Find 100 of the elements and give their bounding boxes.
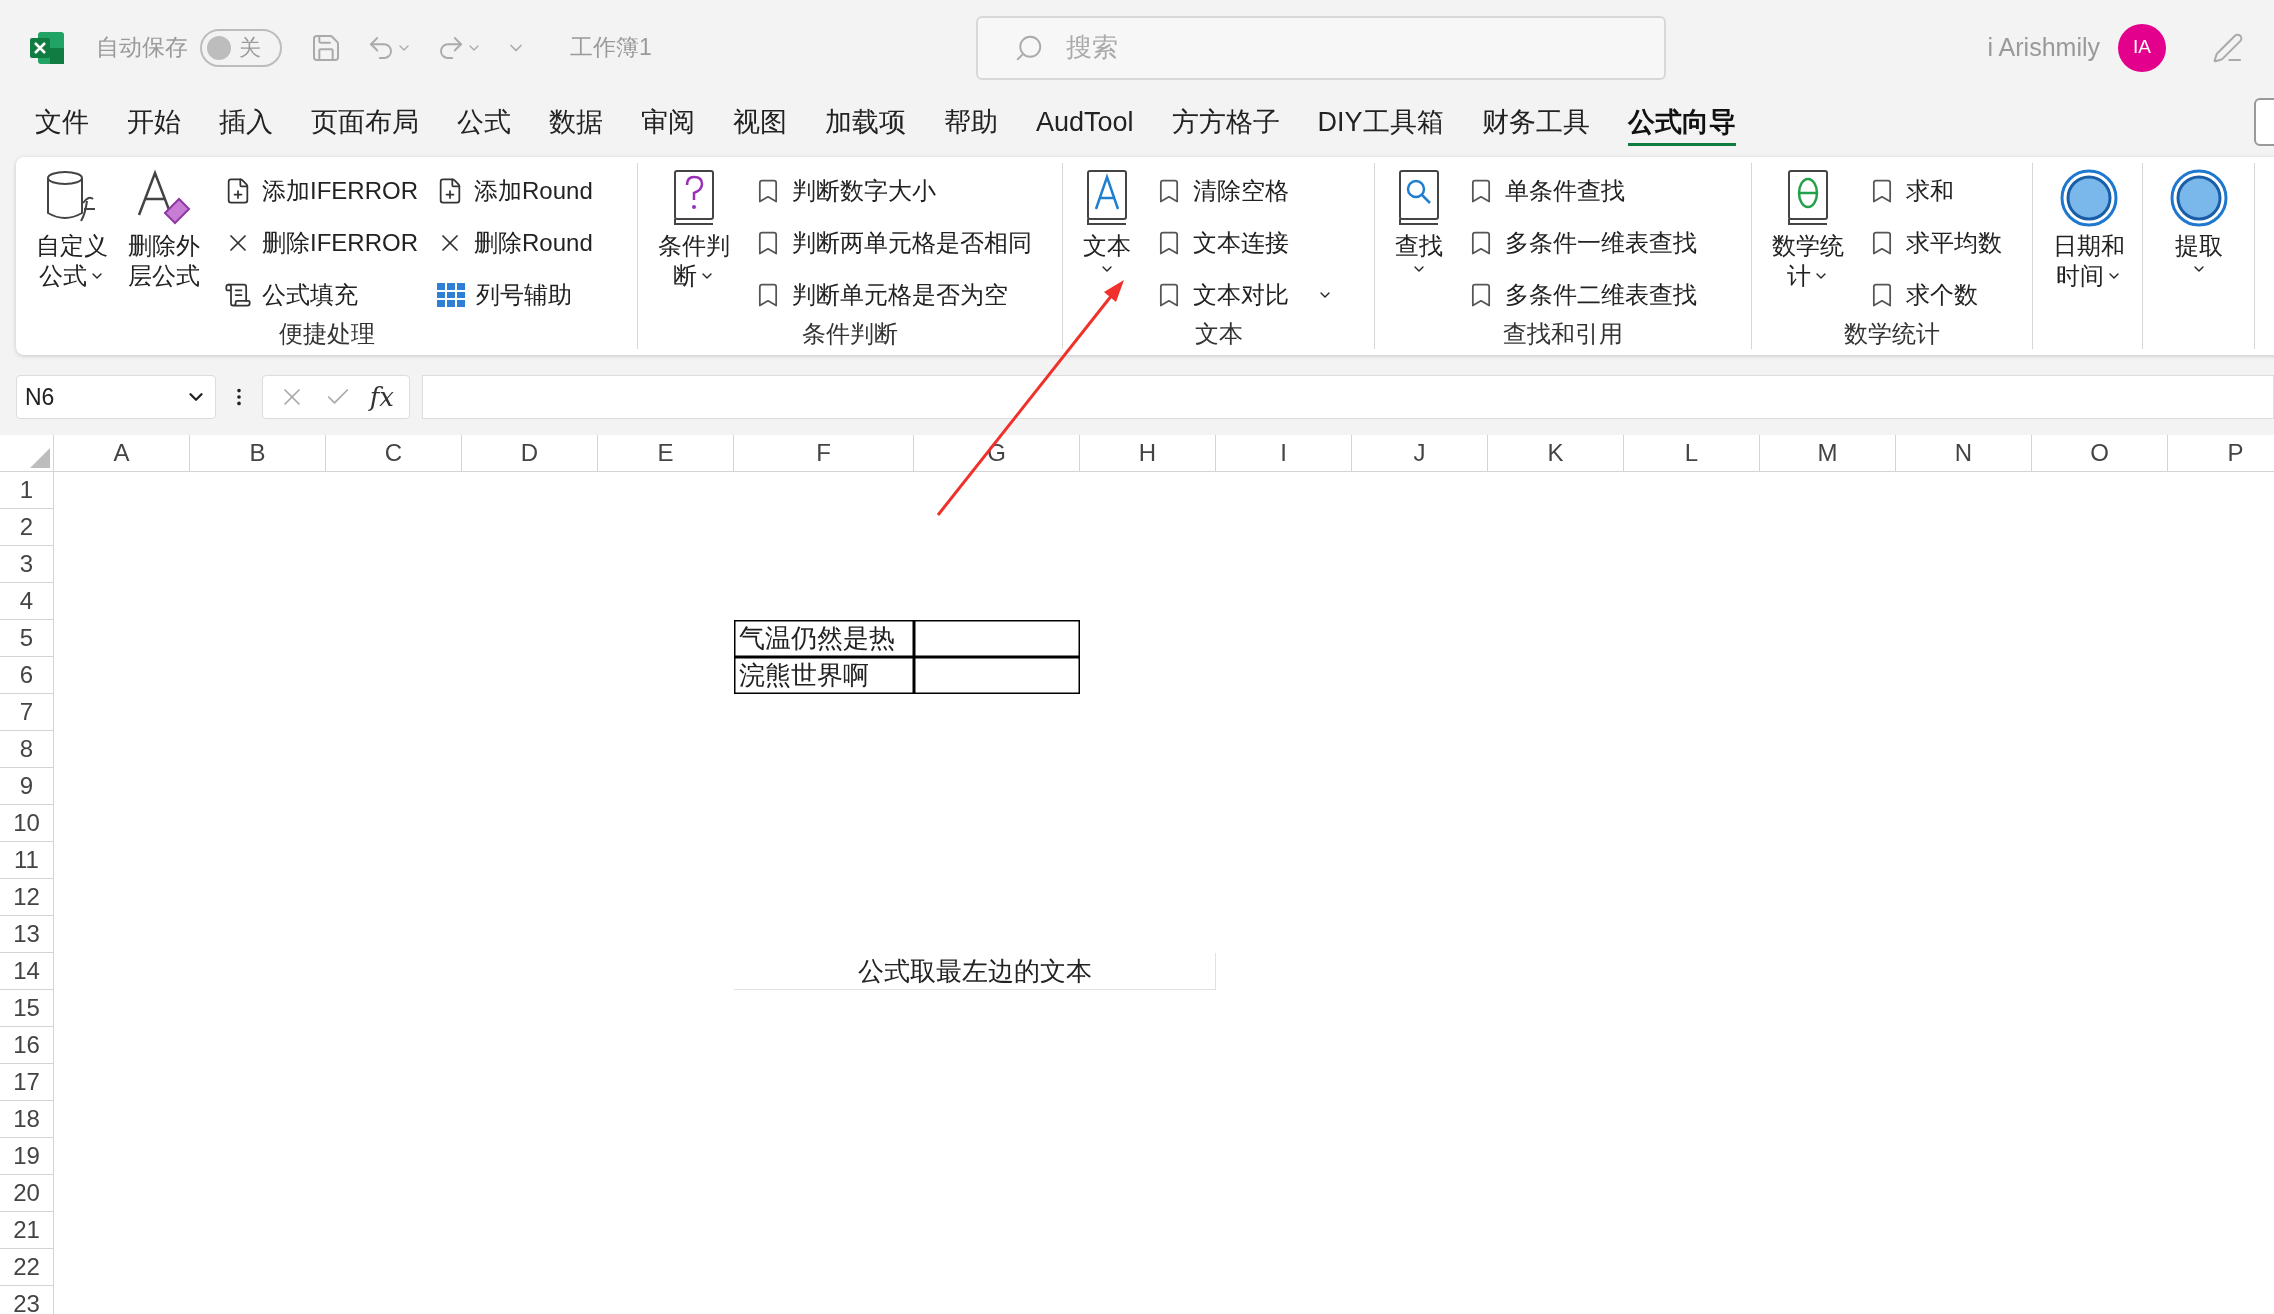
- ribbon-button[interactable]: 文本连接: [1155, 221, 1333, 265]
- ribbon-tab[interactable]: 插入: [219, 102, 273, 146]
- ribbon-button[interactable]: 删除Round: [436, 221, 593, 265]
- ribbon-button[interactable]: 判断两单元格是否相同: [754, 221, 1032, 265]
- name-box[interactable]: N6: [16, 375, 216, 419]
- row-header[interactable]: 4: [0, 583, 54, 620]
- column-header[interactable]: I: [1216, 435, 1352, 472]
- ribbon-tab[interactable]: AudTool: [1036, 102, 1134, 146]
- row-header[interactable]: 8: [0, 731, 54, 768]
- formula-input[interactable]: [422, 375, 2274, 419]
- ribbon-large-button[interactable]: 文本: [1077, 169, 1137, 277]
- column-header[interactable]: L: [1624, 435, 1760, 472]
- select-all-icon[interactable]: [30, 448, 50, 468]
- ribbon-large-button[interactable]: 查找: [1389, 169, 1449, 277]
- row-header[interactable]: 21: [0, 1212, 54, 1249]
- row-header[interactable]: 13: [0, 916, 54, 953]
- scroll-icon: [224, 281, 252, 309]
- ribbon-button[interactable]: 求平均数: [1868, 221, 2002, 265]
- row-header[interactable]: 6: [0, 657, 54, 694]
- column-header[interactable]: P: [2168, 435, 2274, 472]
- group-label: 数学统计: [1844, 319, 1940, 349]
- ribbon-tab[interactable]: 加载项: [825, 102, 906, 146]
- letter-book-icon: [1085, 169, 1129, 227]
- ribbon-large-button[interactable]: 提取: [2163, 169, 2234, 277]
- table-icon: [436, 282, 466, 308]
- ribbon-button[interactable]: 多条件一维表查找: [1467, 221, 1697, 265]
- column-header[interactable]: D: [462, 435, 598, 472]
- ribbon-button[interactable]: 单条件查找: [1467, 169, 1697, 213]
- column-header[interactable]: J: [1352, 435, 1488, 472]
- row-header[interactable]: 18: [0, 1101, 54, 1138]
- merged-cell[interactable]: 公式取最左边的文本: [734, 953, 1216, 990]
- column-header[interactable]: E: [598, 435, 734, 472]
- column-header[interactable]: F: [734, 435, 914, 472]
- row-header[interactable]: 7: [0, 694, 54, 731]
- ribbon-large-button[interactable]: 删除外 层公式: [122, 169, 206, 291]
- ribbon-button[interactable]: 多条件二维表查找: [1467, 273, 1697, 317]
- column-header[interactable]: B: [190, 435, 326, 472]
- ribbon-tab[interactable]: 财务工具: [1481, 102, 1590, 146]
- search-field[interactable]: 搜索: [975, 15, 1666, 80]
- column-header[interactable]: K: [1488, 435, 1624, 472]
- ribbon-button[interactable]: 文本对比: [1155, 273, 1333, 317]
- ribbon-tab[interactable]: DIY工具箱: [1317, 102, 1444, 146]
- row-header[interactable]: 3: [0, 546, 54, 583]
- column-header[interactable]: A: [54, 435, 190, 472]
- pen-icon[interactable]: [2212, 31, 2244, 64]
- ribbon-tab[interactable]: 公式向导: [1627, 102, 1736, 146]
- ribbon-button[interactable]: 添加Round: [436, 169, 593, 213]
- row-header[interactable]: 19: [0, 1138, 54, 1175]
- bordered-cell[interactable]: [914, 657, 1080, 694]
- autosave-label: 自动保存: [96, 33, 188, 63]
- ribbon-button[interactable]: 判断单元格是否为空: [754, 273, 1032, 317]
- ribbon-large-button[interactable]: 自定义 公式: [30, 169, 114, 291]
- group-label: 查找和引用: [1503, 319, 1623, 349]
- bordered-cell[interactable]: [914, 620, 1080, 657]
- grid-cell[interactable]: 气温仍然是热: [734, 620, 914, 657]
- user-avatar[interactable]: IA: [2118, 23, 2166, 72]
- row-header[interactable]: 1: [0, 472, 54, 509]
- column-header[interactable]: N: [1896, 435, 2032, 472]
- ribbon-large-button[interactable]: 条件判 断: [652, 169, 736, 291]
- ribbon-button[interactable]: 求和: [1868, 169, 2002, 213]
- column-header[interactable]: C: [326, 435, 462, 472]
- ribbon-tab[interactable]: 审阅: [641, 102, 695, 146]
- row-header[interactable]: 9: [0, 768, 54, 805]
- column-header[interactable]: H: [1080, 435, 1216, 472]
- row-header[interactable]: 12: [0, 879, 54, 916]
- row-header[interactable]: 14: [0, 953, 54, 990]
- row-header[interactable]: 11: [0, 842, 54, 879]
- row-header[interactable]: 15: [0, 990, 54, 1027]
- ribbon-button[interactable]: 删除IFERROR: [224, 221, 418, 265]
- ribbon-tab[interactable]: 方方格子: [1171, 102, 1280, 146]
- magnifier-book-icon: [1397, 169, 1441, 227]
- ribbon-tab[interactable]: 视图: [733, 102, 787, 146]
- grid-cell[interactable]: 浣熊世界啊: [734, 657, 914, 694]
- ribbon-tab[interactable]: 页面布局: [311, 102, 419, 146]
- insert-function-button[interactable]: fx: [369, 377, 394, 417]
- ribbon-large-button[interactable]: 日期和 时间: [2047, 169, 2131, 291]
- ribbon-button[interactable]: 判断数字大小: [754, 169, 1032, 213]
- row-header[interactable]: 5: [0, 620, 54, 657]
- row-header[interactable]: 2: [0, 509, 54, 546]
- row-header[interactable]: 22: [0, 1249, 54, 1286]
- ribbon-button[interactable]: 求个数: [1868, 273, 2002, 317]
- row-header[interactable]: 16: [0, 1027, 54, 1064]
- row-header[interactable]: 10: [0, 805, 54, 842]
- ribbon-tab[interactable]: 公式: [457, 102, 511, 146]
- ribbon-large-button[interactable]: 数学统 计: [1766, 169, 1850, 291]
- ribbon-button[interactable]: 添加IFERROR: [224, 169, 418, 213]
- workbook-title: 工作簿1: [570, 33, 652, 63]
- ribbon-button[interactable]: 公式填充: [224, 273, 418, 317]
- column-header[interactable]: O: [2032, 435, 2168, 472]
- ribbon-tab[interactable]: 文件: [35, 102, 89, 146]
- column-header[interactable]: M: [1760, 435, 1896, 472]
- ribbon-tab[interactable]: 数据: [549, 102, 603, 146]
- ribbon-tab[interactable]: 帮助: [944, 102, 998, 146]
- ribbon-button[interactable]: 清除空格: [1155, 169, 1333, 213]
- row-header[interactable]: 17: [0, 1064, 54, 1101]
- circle-icon: [2169, 169, 2228, 227]
- row-header[interactable]: 23: [0, 1286, 54, 1314]
- row-header[interactable]: 20: [0, 1175, 54, 1212]
- ribbon-tab[interactable]: 开始: [127, 102, 181, 146]
- ribbon-button[interactable]: 列号辅助: [436, 273, 593, 317]
